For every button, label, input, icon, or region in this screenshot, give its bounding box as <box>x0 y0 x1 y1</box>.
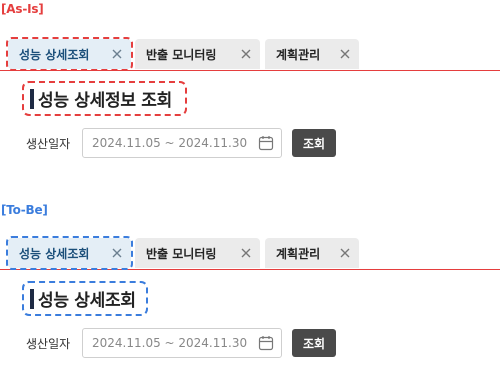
date-range-value: 2024.11.05 ~ 2024.11.30 <box>92 336 248 350</box>
tab-label: 성능 상세조회 <box>19 47 90 62</box>
as-is-label: [As-Is] <box>1 2 44 16</box>
tab-export-monitoring[interactable]: 반출 모니터링 <box>135 238 260 268</box>
search-button[interactable]: 조회 <box>292 329 336 357</box>
tab-performance-detail[interactable]: 성능 상세조회 <box>6 236 133 270</box>
tab-label: 계획관리 <box>276 47 321 62</box>
close-icon[interactable] <box>239 47 253 61</box>
tab-bar: 성능 상세조회 반출 모니터링 계획관리 <box>0 236 500 270</box>
date-range-input[interactable]: 2024.11.05 ~ 2024.11.30 <box>82 128 282 158</box>
page-title: 성능 상세조회 <box>38 291 136 311</box>
tab-plan-management[interactable]: 계획관리 <box>265 238 359 268</box>
title-accent-bar <box>30 88 34 109</box>
tab-performance-detail[interactable]: 성능 상세조회 <box>6 37 133 71</box>
search-row: 생산일자 2024.11.05 ~ 2024.11.30 조회 <box>0 328 500 358</box>
close-icon[interactable] <box>110 47 124 61</box>
tab-bar-divider <box>0 269 500 270</box>
title-accent-bar <box>30 288 34 309</box>
date-range-value: 2024.11.05 ~ 2024.11.30 <box>92 136 248 150</box>
tab-plan-management[interactable]: 계획관리 <box>265 39 359 69</box>
search-row: 생산일자 2024.11.05 ~ 2024.11.30 조회 <box>0 128 500 158</box>
close-icon[interactable] <box>110 246 124 260</box>
production-date-label: 생산일자 <box>26 337 71 351</box>
tab-label: 계획관리 <box>276 246 321 261</box>
tab-label: 성능 상세조회 <box>19 246 90 261</box>
tab-label: 반출 모니터링 <box>146 246 217 261</box>
to-be-label: [To-Be] <box>1 203 48 217</box>
tab-bar: 성능 상세조회 반출 모니터링 계획관리 <box>0 37 500 71</box>
close-icon[interactable] <box>239 246 253 260</box>
close-icon[interactable] <box>338 246 352 260</box>
calendar-icon[interactable] <box>258 335 274 351</box>
date-range-input[interactable]: 2024.11.05 ~ 2024.11.30 <box>82 328 282 358</box>
close-icon[interactable] <box>338 47 352 61</box>
page-title-box: 성능 상세조회 <box>22 281 148 316</box>
tab-export-monitoring[interactable]: 반출 모니터링 <box>135 39 260 69</box>
page-title-box: 성능 상세정보 조회 <box>22 81 187 116</box>
tab-bar-divider <box>0 70 500 71</box>
search-button[interactable]: 조회 <box>292 129 336 157</box>
production-date-label: 생산일자 <box>26 137 71 151</box>
calendar-icon[interactable] <box>258 135 274 151</box>
page-title: 성능 상세정보 조회 <box>38 91 172 111</box>
tab-label: 반출 모니터링 <box>146 47 217 62</box>
